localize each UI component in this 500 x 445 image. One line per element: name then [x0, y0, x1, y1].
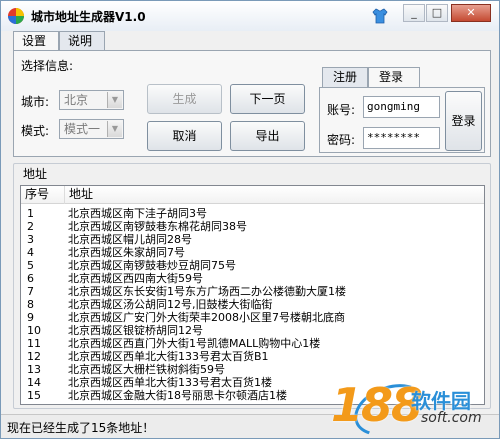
address-group-title: 地址: [21, 165, 50, 182]
app-logo-icon: [8, 8, 24, 24]
generate-button[interactable]: 生成: [147, 84, 222, 114]
password-input[interactable]: ********: [363, 127, 440, 149]
row-address: 北京西城区金融大街18号丽思卡尔顿酒店1楼: [68, 389, 287, 402]
row-number: 14: [27, 376, 41, 389]
row-number: 9: [27, 311, 34, 324]
tab-help[interactable]: 说明: [59, 31, 105, 51]
title-bar[interactable]: 城市地址生成器V1.0 _ □ ✕: [1, 1, 499, 31]
list-item[interactable]: 2 北京西城区南锣鼓巷东棉花胡同38号: [21, 220, 484, 233]
row-number: 13: [27, 363, 41, 376]
watermark-domain: soft.com: [421, 410, 482, 426]
minimize-button[interactable]: _: [403, 4, 425, 22]
row-address: 北京西城区朱家胡同7号: [68, 246, 185, 259]
mode-label: 模式:: [21, 124, 50, 138]
tab-settings[interactable]: 设置: [13, 31, 59, 52]
mode-select-value: 模式一: [64, 122, 101, 136]
tab-register[interactable]: 注册: [322, 67, 368, 87]
list-item[interactable]: 12 北京西城区西单北大街133号君太百货B1: [21, 350, 484, 363]
row-address: 北京西城区西直门外大街1号凯德MALL购物中心1楼: [68, 337, 321, 350]
list-item[interactable]: 9 北京西城区广安门外大街荣丰2008小区里7号楼朝北底商: [21, 311, 484, 324]
row-address: 北京西城区帽儿胡同28号: [68, 233, 192, 246]
row-address: 北京西城区西单北大街133号君太百货B1: [68, 350, 269, 363]
row-address: 北京西城区广安门外大街荣丰2008小区里7号楼朝北底商: [68, 311, 345, 324]
address-list[interactable]: 序号 地址 1 北京西城区南下洼子胡同3号 2 北京西城区南锣鼓巷东棉花胡同38号 3 北…: [20, 185, 485, 405]
app-window: 城市地址生成器V1.0 _ □ ✕ 设置 说明 选择信息: 城市: 北京 ▼ 模…: [0, 0, 500, 445]
export-button[interactable]: 导出: [230, 121, 305, 151]
close-button[interactable]: ✕: [451, 4, 491, 22]
row-address: 北京西城区南锣鼓巷炒豆胡同75号: [68, 259, 236, 272]
row-address: 北京西城区汤公胡同12号,旧鼓楼大街临街: [68, 298, 273, 311]
city-select-value: 北京: [64, 93, 89, 107]
chevron-down-icon: ▼: [107, 92, 122, 108]
row-address: 北京西城区西四南大街59号: [68, 272, 203, 285]
row-number: 2: [27, 220, 34, 233]
list-header: 序号 地址: [21, 186, 484, 204]
username-label: 账号:: [327, 103, 356, 117]
row-number: 8: [27, 298, 34, 311]
chevron-down-icon: ▼: [107, 121, 122, 137]
row-number: 15: [27, 389, 41, 402]
window-title: 城市地址生成器V1.0: [31, 10, 146, 24]
city-label: 城市:: [21, 95, 50, 109]
password-label: 密码:: [327, 133, 356, 147]
skin-shirt-icon[interactable]: [371, 7, 389, 25]
city-select[interactable]: 北京 ▼: [59, 90, 124, 110]
list-item[interactable]: 13 北京西城区大栅栏铁树斜街59号: [21, 363, 484, 376]
list-item[interactable]: 1 北京西城区南下洼子胡同3号: [21, 207, 484, 220]
row-number: 4: [27, 246, 34, 259]
account-tab-bar: 注册 登录: [322, 67, 432, 88]
row-number: 12: [27, 350, 41, 363]
row-address: 北京西城区银锭桥胡同12号: [68, 324, 203, 337]
row-number: 6: [27, 272, 34, 285]
list-item[interactable]: 4 北京西城区朱家胡同7号: [21, 246, 484, 259]
row-address: 北京西城区大栅栏铁树斜街59号: [68, 363, 225, 376]
row-number: 3: [27, 233, 34, 246]
row-number: 11: [27, 337, 41, 350]
watermark-number: 188: [331, 378, 423, 432]
cancel-button[interactable]: 取消: [147, 121, 222, 151]
select-info-heading: 选择信息:: [21, 59, 74, 73]
row-number: 7: [27, 285, 34, 298]
row-number: 5: [27, 259, 34, 272]
row-address: 北京西城区南锣鼓巷东棉花胡同38号: [68, 220, 247, 233]
username-input[interactable]: gongming: [363, 96, 440, 118]
list-item[interactable]: 5 北京西城区南锣鼓巷炒豆胡同75号: [21, 259, 484, 272]
row-number: 10: [27, 324, 41, 337]
list-item[interactable]: 3 北京西城区帽儿胡同28号: [21, 233, 484, 246]
maximize-button[interactable]: □: [426, 4, 448, 22]
list-item[interactable]: 6 北京西城区西四南大街59号: [21, 272, 484, 285]
list-item[interactable]: 11 北京西城区西直门外大街1号凯德MALL购物中心1楼: [21, 337, 484, 350]
column-header-no[interactable]: 序号: [21, 186, 65, 204]
status-text: 现在已经生成了15条地址！: [7, 421, 155, 435]
tab-login[interactable]: 登录: [368, 67, 420, 88]
row-address: 北京西城区东长安街1号东方广场西二办公楼德勤大厦1楼: [68, 285, 346, 298]
list-item[interactable]: 10 北京西城区银锭桥胡同12号: [21, 324, 484, 337]
list-item[interactable]: 7 北京西城区东长安街1号东方广场西二办公楼德勤大厦1楼: [21, 285, 484, 298]
row-address: 北京西城区西单北大街133号君太百货1楼: [68, 376, 272, 389]
mode-select[interactable]: 模式一 ▼: [59, 119, 124, 139]
row-number: 1: [27, 207, 34, 220]
row-address: 北京西城区南下洼子胡同3号: [68, 207, 207, 220]
list-item[interactable]: 8 北京西城区汤公胡同12号,旧鼓楼大街临街: [21, 298, 484, 311]
next-page-button[interactable]: 下一页: [230, 84, 305, 114]
login-button[interactable]: 登录: [445, 91, 482, 151]
column-header-address[interactable]: 地址: [65, 186, 484, 204]
